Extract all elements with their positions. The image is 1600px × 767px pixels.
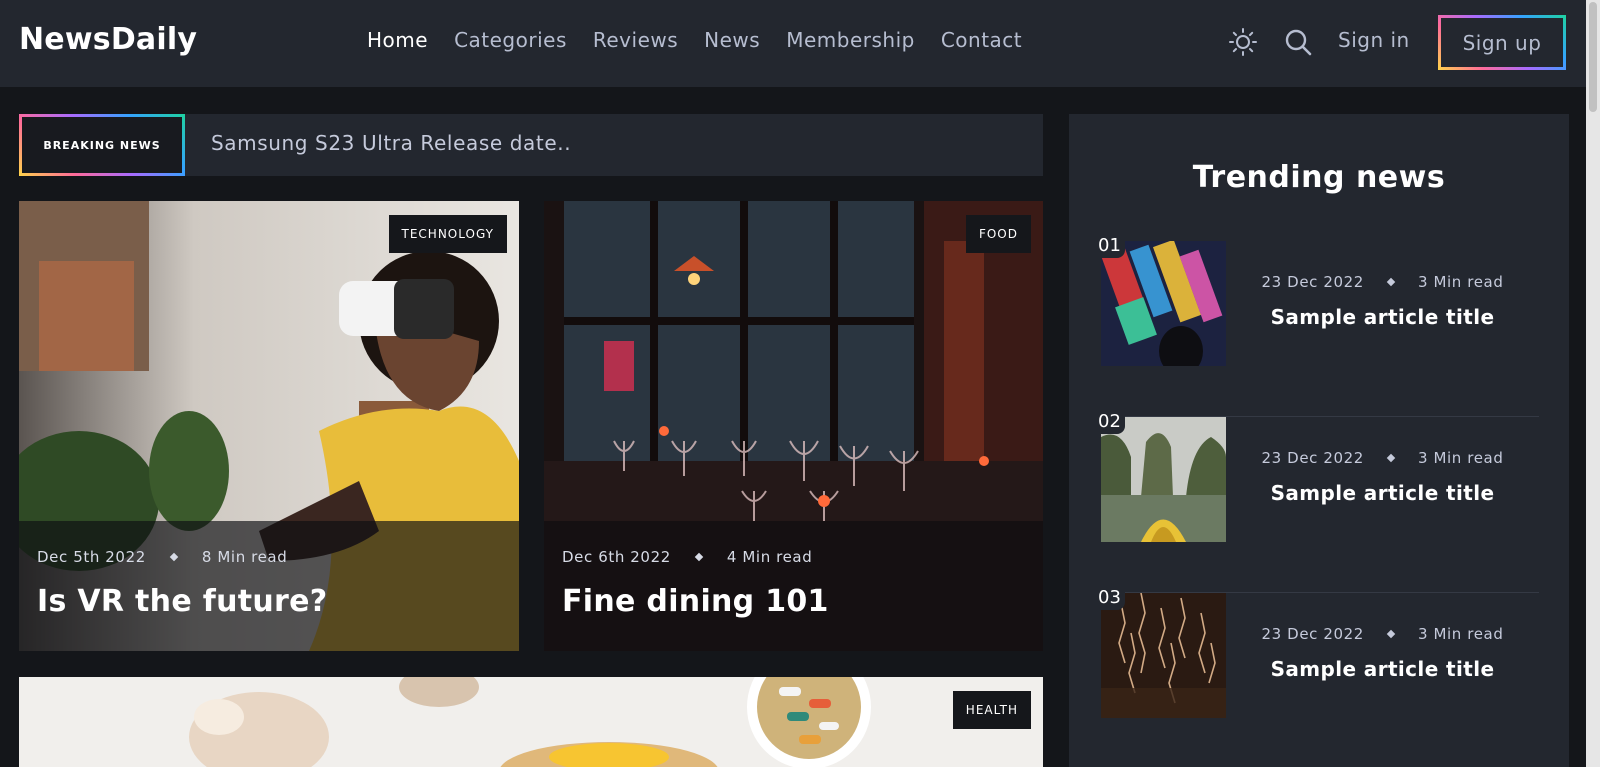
nav-home[interactable]: Home <box>367 28 428 52</box>
article-image-health <box>19 677 1043 767</box>
card-date: Dec 6th 2022 <box>562 548 671 566</box>
sign-up-label: Sign up <box>1441 18 1563 67</box>
category-badge[interactable]: TECHNOLOGY <box>388 215 507 253</box>
category-badge[interactable]: HEALTH <box>952 691 1031 729</box>
search-icon[interactable] <box>1283 27 1313 57</box>
diamond-separator-icon <box>169 552 179 562</box>
trending-read-time: 3 Min read <box>1417 449 1504 467</box>
trending-number: 01 <box>1096 235 1125 258</box>
scrollbar-thumb[interactable] <box>1589 2 1597 112</box>
trending-number: 03 <box>1096 587 1125 610</box>
card-title[interactable]: Fine dining 101 <box>562 584 829 619</box>
nav-news[interactable]: News <box>704 28 760 52</box>
page-scrollbar[interactable] <box>1586 0 1600 767</box>
trending-read-time: 3 Min read <box>1417 625 1504 643</box>
trending-meta: 23 Dec 2022 3 Min read <box>1226 625 1539 643</box>
card-date: Dec 5th 2022 <box>37 548 146 566</box>
diamond-separator-icon <box>694 552 704 562</box>
category-badge[interactable]: FOOD <box>965 215 1031 253</box>
diamond-separator-icon <box>1386 629 1396 639</box>
nav-reviews[interactable]: Reviews <box>593 28 678 52</box>
trending-thumbnail[interactable] <box>1101 417 1226 542</box>
trending-meta: 23 Dec 2022 3 Min read <box>1226 273 1539 291</box>
trending-sidebar: Trending news 01 23 Dec 2022 3 Min read <box>1069 114 1569 767</box>
trending-meta: 23 Dec 2022 3 Min read <box>1226 449 1539 467</box>
trending-info: 23 Dec 2022 3 Min read Sample article ti… <box>1226 449 1539 505</box>
trending-number: 02 <box>1096 411 1125 434</box>
breaking-news-headline[interactable]: Samsung S23 Ultra Release date.. <box>211 131 571 155</box>
article-card[interactable]: FOOD Dec 6th 2022 4 Min read Fine dining… <box>544 201 1043 651</box>
nav-categories[interactable]: Categories <box>454 28 567 52</box>
trending-date: 23 Dec 2022 <box>1261 449 1364 467</box>
trending-date: 23 Dec 2022 <box>1261 625 1364 643</box>
trending-info: 23 Dec 2022 3 Min read Sample article ti… <box>1226 625 1539 681</box>
sign-up-button[interactable]: Sign up <box>1438 15 1566 70</box>
article-card[interactable]: HEALTH <box>19 677 1043 767</box>
diamond-separator-icon <box>1386 277 1396 287</box>
card-read-time: 8 Min read <box>201 548 288 566</box>
trending-thumbnail[interactable] <box>1101 241 1226 366</box>
trending-info: 23 Dec 2022 3 Min read Sample article ti… <box>1226 273 1539 329</box>
card-title[interactable]: Is VR the future? <box>37 584 327 619</box>
sidebar-title: Trending news <box>1192 160 1446 195</box>
trending-thumbnail[interactable] <box>1101 593 1226 718</box>
article-card[interactable]: TECHNOLOGY Dec 5th 2022 8 Min read Is VR… <box>19 201 519 651</box>
card-read-time: 4 Min read <box>726 548 813 566</box>
trending-title[interactable]: Sample article title <box>1226 481 1539 505</box>
breaking-news-bar: BREAKING NEWS Samsung S23 Ultra Release … <box>19 114 1043 176</box>
site-logo[interactable]: NewsDaily <box>19 22 197 57</box>
trending-item[interactable]: 03 23 Dec 2022 3 Min read Sample article… <box>1096 587 1539 767</box>
trending-read-time: 3 Min read <box>1417 273 1504 291</box>
sign-in-link[interactable]: Sign in <box>1338 28 1410 52</box>
sun-icon[interactable] <box>1228 27 1258 57</box>
breaking-news-label: BREAKING NEWS <box>22 117 182 173</box>
card-meta: Dec 6th 2022 4 Min read <box>562 548 812 566</box>
trending-title[interactable]: Sample article title <box>1226 305 1539 329</box>
trending-date: 23 Dec 2022 <box>1261 273 1364 291</box>
nav-membership[interactable]: Membership <box>786 28 915 52</box>
main-nav: Home Categories Reviews News Membership … <box>367 28 1048 52</box>
trending-item[interactable]: 02 23 Dec 2022 3 Min read Sample article… <box>1096 411 1539 593</box>
trending-item[interactable]: 01 23 Dec 2022 3 Min read Sample article… <box>1096 235 1539 417</box>
nav-contact[interactable]: Contact <box>941 28 1022 52</box>
card-meta: Dec 5th 2022 8 Min read <box>37 548 287 566</box>
breaking-news-tag: BREAKING NEWS <box>19 114 185 176</box>
trending-title[interactable]: Sample article title <box>1226 657 1539 681</box>
diamond-separator-icon <box>1386 453 1396 463</box>
site-header: NewsDaily Home Categories Reviews News M… <box>0 0 1586 87</box>
